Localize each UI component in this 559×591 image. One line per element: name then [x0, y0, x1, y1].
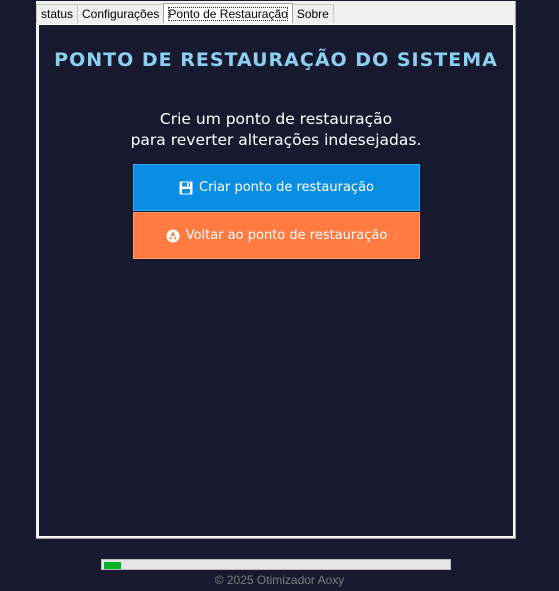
description-line-1: Crie um ponto de restauração [159, 110, 393, 128]
restore-to-point-label: Voltar ao ponto de restauração [185, 228, 388, 243]
create-restore-point-button[interactable]: Criar ponto de restauração [133, 164, 420, 211]
footer-copyright: © 2025 Otimizador Aoxy [214, 573, 345, 587]
create-restore-point-label: Criar ponto de restauração [199, 180, 374, 195]
panel-description: Crie um ponto de restauração para revert… [39, 109, 513, 151]
tab-configuracoes[interactable]: Configurações [77, 4, 165, 23]
app-window: status Configurações Ponto de Restauraçã… [36, 1, 516, 539]
tab-status[interactable]: status [36, 4, 79, 23]
tab-ponto-de-restauracao-label: Ponto de Restauração [168, 7, 288, 21]
tab-strip: status Configurações Ponto de Restauraçã… [36, 3, 334, 23]
tab-sobre[interactable]: Sobre [291, 4, 334, 23]
restore-point-panel: PONTO DE RESTAURAÇÃO DO SISTEMA Crie um … [38, 24, 514, 537]
tab-configuracoes-label: Configurações [82, 7, 160, 21]
page-title: PONTO DE RESTAURAÇÃO DO SISTEMA [54, 49, 498, 71]
tab-ponto-de-restauracao[interactable]: Ponto de Restauração [163, 3, 293, 23]
restore-to-point-button[interactable]: Voltar ao ponto de restauração [133, 212, 420, 259]
tab-status-label: status [41, 7, 74, 21]
progress-bar-fill [104, 562, 121, 569]
recycle-icon [166, 229, 180, 243]
save-icon [179, 181, 193, 195]
progress-bar [101, 559, 451, 570]
tab-sobre-label: Sobre [296, 7, 329, 21]
description-line-2: para reverter alterações indesejadas. [130, 131, 422, 149]
